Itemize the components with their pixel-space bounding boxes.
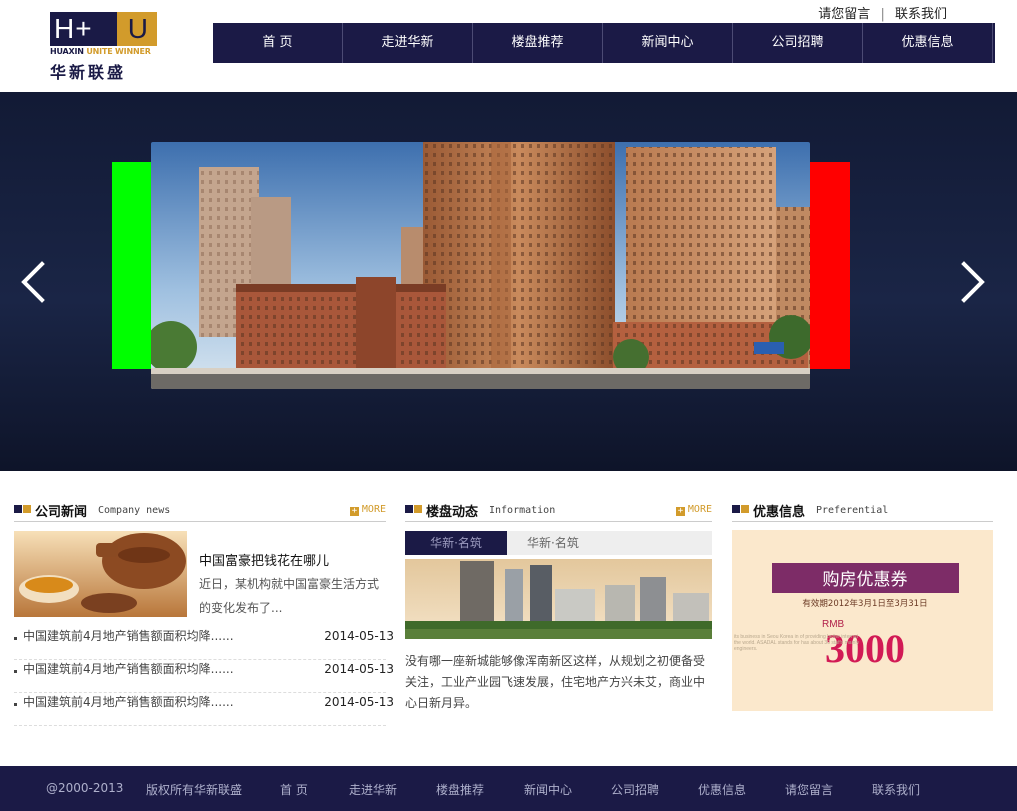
nav-item-offers[interactable]: 优惠信息 <box>863 23 993 63</box>
bullet-icon <box>14 703 17 706</box>
featured-news-title[interactable]: 中国富豪把钱花在哪儿 <box>199 550 329 569</box>
tab-active[interactable]: 华新·名筑 <box>405 531 507 555</box>
logo-chinese: 华新联盛 <box>50 63 127 82</box>
section-mark-icon <box>732 505 749 513</box>
slide-next-arrow[interactable] <box>958 260 988 304</box>
site-logo[interactable]: H+ U HUAXIN UNITE WINNER 华新联盛 <box>50 12 157 82</box>
footer-link-contact[interactable]: 联系我们 <box>872 781 920 798</box>
section-title: 楼盘动态 <box>426 505 479 520</box>
footer-link-home[interactable]: 首 页 <box>280 781 308 798</box>
plus-icon: + <box>675 506 685 516</box>
news-item-date: 2014-05-13 <box>324 662 394 676</box>
news-list-item[interactable]: 中国建筑前4月地产销售额面积均降...... 2014-05-13 <box>14 624 394 660</box>
slide-prev-arrow[interactable] <box>18 260 48 304</box>
section-subtitle: Company news <box>98 505 171 516</box>
logo-sub-a: HUAXIN <box>50 47 84 56</box>
section-header: 公司新闻 Company news + MORE <box>14 500 386 522</box>
contact-link[interactable]: 联系我们 <box>895 3 947 22</box>
news-list-item[interactable]: 中国建筑前4月地产销售额面积均降...... 2014-05-13 <box>14 690 394 726</box>
main-nav: 首 页 走进华新 楼盘推荐 新闻中心 公司招聘 优惠信息 <box>213 23 995 63</box>
property-image[interactable] <box>405 559 712 639</box>
news-item-date: 2014-05-13 <box>324 629 394 643</box>
more-label: MORE <box>687 504 712 515</box>
nav-item-properties[interactable]: 楼盘推荐 <box>473 23 603 63</box>
section-mark-icon <box>405 505 422 513</box>
property-tabs: 华新·名筑 华新·名筑 <box>405 531 712 555</box>
nav-item-news[interactable]: 新闻中心 <box>603 23 733 63</box>
nav-item-home[interactable]: 首 页 <box>213 23 343 63</box>
chevron-left-icon <box>21 261 45 303</box>
chevron-right-icon <box>961 261 985 303</box>
footer-link-message[interactable]: 请您留言 <box>785 781 833 798</box>
footer-link-about[interactable]: 走进华新 <box>349 781 397 798</box>
tab-inactive[interactable]: 华新·名筑 <box>507 531 712 555</box>
logo-sub-b: UNITE WINNER <box>86 47 151 56</box>
bullet-icon <box>14 670 17 673</box>
news-list: 中国建筑前4月地产销售额面积均降...... 2014-05-13 中国建筑前4… <box>14 624 394 726</box>
footer-link-news[interactable]: 新闻中心 <box>524 781 572 798</box>
section-subtitle: Preferential <box>816 505 889 516</box>
footer-rights: 版权所有华新联盛 <box>146 783 243 797</box>
site-header: H+ U HUAXIN UNITE WINNER 华新联盛 请您留言 | 联系我… <box>0 0 1017 92</box>
bullet-icon <box>14 637 17 640</box>
featured-news: 中国富豪把钱花在哪儿 近日，某机构就中国富豪生活方式的变化发布了... <box>14 531 386 617</box>
featured-news-image[interactable] <box>14 531 187 617</box>
footer-link-offers[interactable]: 优惠信息 <box>698 781 746 798</box>
news-list-item[interactable]: 中国建筑前4月地产销售额面积均降...... 2014-05-13 <box>14 657 394 693</box>
section-title: 优惠信息 <box>753 505 806 520</box>
site-footer: @2000-2013 版权所有华新联盛 首 页 走进华新 楼盘推荐 新闻中心 公… <box>0 766 1017 811</box>
news-item-title[interactable]: 中国建筑前4月地产销售额面积均降...... <box>23 657 234 681</box>
footer-copyright: @2000-2013 <box>46 781 124 795</box>
news-item-title[interactable]: 中国建筑前4月地产销售额面积均降...... <box>23 690 234 714</box>
more-link[interactable]: + MORE <box>349 504 386 516</box>
coupon-validity: 有效期2012年3月1日至3月31日 <box>802 598 927 609</box>
property-description: 没有哪一座新城能够像浑南新区这样，从规划之初便备受关注，工业产业园飞速发展，住宅… <box>405 654 706 710</box>
section-header: 优惠信息 Preferential <box>732 500 993 522</box>
hero-slide-image <box>151 142 810 389</box>
coupon-amount: 3000 <box>825 626 905 671</box>
top-links: 请您留言 | 联系我们 <box>818 3 947 22</box>
preferential-section: 优惠信息 Preferential 购房优惠券 有效期2012年3月1日至3月3… <box>732 500 993 711</box>
property-info-section: 楼盘动态 Information + MORE 华新·名筑 华新·名筑 没有哪一… <box>405 500 712 714</box>
logo-letter-right: U <box>127 13 149 44</box>
coupon-bg-text: engineers. <box>734 646 757 652</box>
more-link[interactable]: + MORE <box>675 504 712 516</box>
slide-side-green <box>112 162 152 369</box>
section-mark-icon <box>14 505 31 513</box>
section-subtitle: Information <box>489 505 556 516</box>
slide-side-red <box>809 162 850 369</box>
news-item-date: 2014-05-13 <box>324 695 394 709</box>
plus-icon: + <box>349 506 359 516</box>
footer-link-properties[interactable]: 楼盘推荐 <box>436 781 484 798</box>
more-label: MORE <box>361 504 386 515</box>
nav-item-about[interactable]: 走进华新 <box>343 23 473 63</box>
company-news-section: 公司新闻 Company news + MORE 中国富豪把钱花在哪儿 近日，某… <box>14 500 394 726</box>
footer-link-careers[interactable]: 公司招聘 <box>611 781 659 798</box>
logo-letters-left: H+ <box>54 13 93 44</box>
section-header: 楼盘动态 Information + MORE <box>405 500 712 522</box>
coupon-banner[interactable]: 购房优惠券 有效期2012年3月1日至3月31日 RMB 3000 its bu… <box>732 530 993 711</box>
section-title: 公司新闻 <box>35 505 88 520</box>
top-links-separator: | <box>880 7 885 22</box>
nav-item-careers[interactable]: 公司招聘 <box>733 23 863 63</box>
hero-banner <box>0 92 1017 471</box>
logo-mark: H+ U <box>50 12 157 46</box>
message-link[interactable]: 请您留言 <box>818 3 870 22</box>
coupon-title: 购房优惠券 <box>823 570 908 590</box>
logo-english: HUAXIN UNITE WINNER <box>50 47 157 56</box>
news-item-title[interactable]: 中国建筑前4月地产销售额面积均降...... <box>23 624 234 648</box>
featured-news-desc: 近日，某机构就中国富豪生活方式的变化发布了... <box>199 577 380 615</box>
